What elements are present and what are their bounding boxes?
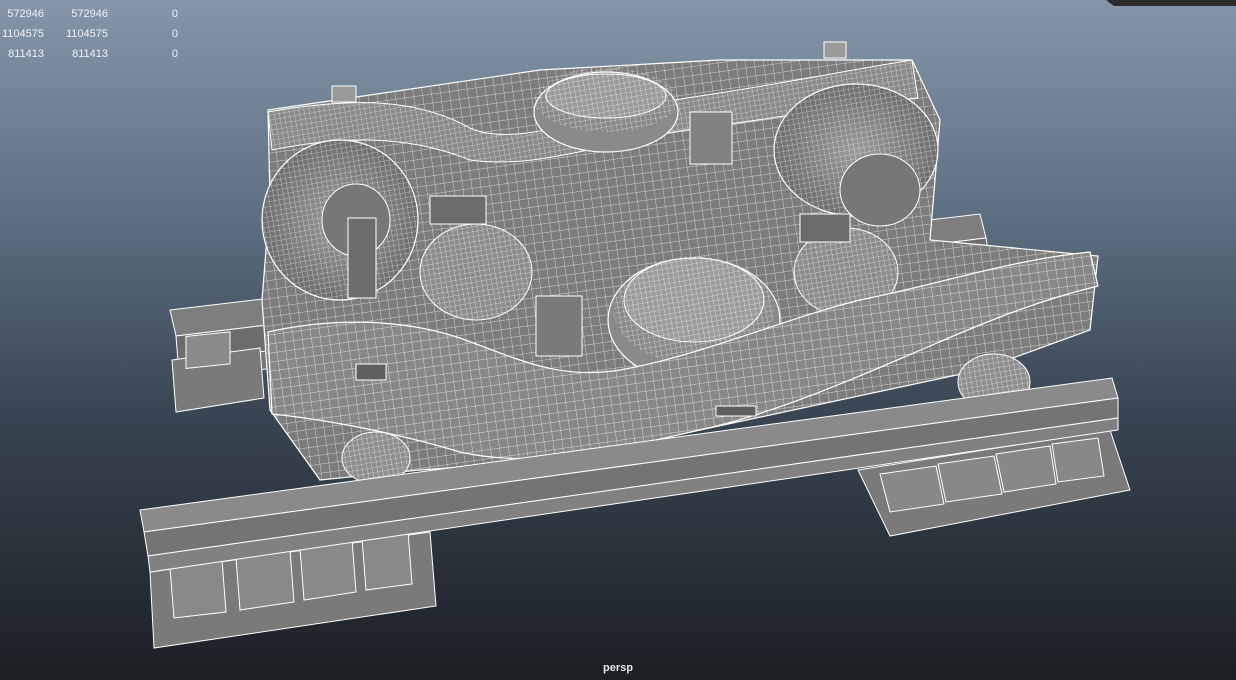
hud-value: 811413 bbox=[8, 48, 44, 60]
viewport-persp[interactable]: 572946 572946 0 1104575 1104575 0 811413… bbox=[0, 0, 1236, 680]
camera-name-label: persp bbox=[603, 662, 633, 674]
hud-value: 1104575 bbox=[65, 28, 108, 40]
motor-top bbox=[533, 68, 679, 153]
hud-value: 0 bbox=[171, 48, 178, 60]
wheel-back-left bbox=[261, 139, 419, 301]
hud-value: 572946 bbox=[7, 8, 44, 20]
hud-value: 572946 bbox=[71, 8, 108, 20]
view-cube-corner[interactable] bbox=[1106, 0, 1236, 6]
hud-value: 0 bbox=[171, 28, 178, 40]
hud-value: 1104575 bbox=[1, 28, 44, 40]
hud-value: 0 bbox=[171, 8, 178, 20]
wireframe-model[interactable] bbox=[0, 0, 1236, 680]
hud-value: 811413 bbox=[72, 48, 108, 60]
